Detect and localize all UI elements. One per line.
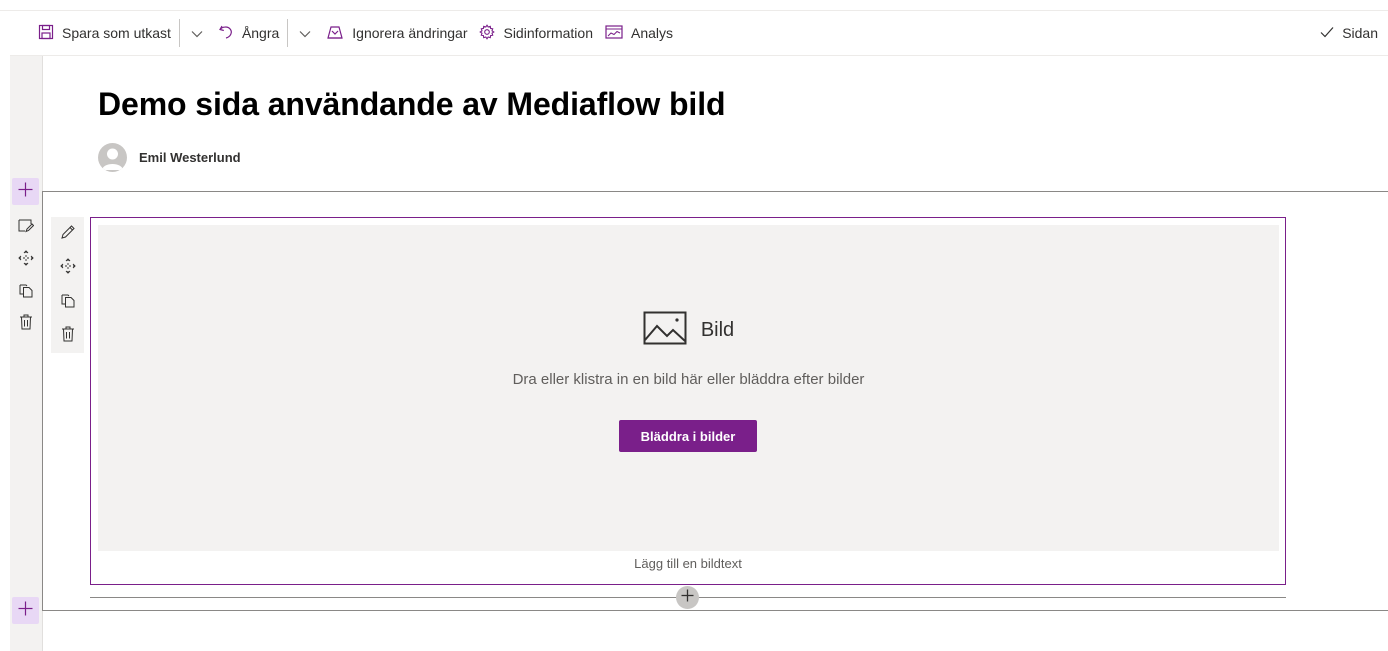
save-draft-button[interactable]: Spara som utkast bbox=[32, 17, 177, 49]
undo-icon bbox=[218, 24, 242, 43]
save-options-dropdown[interactable] bbox=[182, 17, 212, 49]
edit-section-button[interactable] bbox=[16, 212, 36, 244]
undo-label: Ångra bbox=[241, 25, 280, 41]
delete-webpart-button[interactable] bbox=[51, 319, 84, 353]
drop-instructions: Dra eller klistra in en bild här eller b… bbox=[512, 371, 865, 388]
discard-label: Ignorera ändringar bbox=[352, 25, 468, 41]
webpart-title: Bild bbox=[700, 319, 735, 341]
author-byline: Emil Westerlund bbox=[98, 143, 241, 172]
discard-icon bbox=[326, 24, 352, 43]
toolbar-separator bbox=[178, 19, 180, 47]
publish-button[interactable]: Sidan bbox=[1314, 17, 1384, 49]
copy-icon bbox=[19, 282, 33, 303]
publish-label: Sidan bbox=[1342, 25, 1378, 41]
page-title[interactable]: Demo sida användande av Mediaflow bild bbox=[98, 86, 726, 123]
pencil-icon bbox=[60, 224, 76, 245]
image-webpart[interactable]: Bild Dra eller klistra in en bild här el… bbox=[90, 217, 1286, 585]
page-details-label: Sidinformation bbox=[503, 25, 593, 41]
plus-icon bbox=[18, 182, 33, 202]
chevron-down-icon bbox=[299, 25, 311, 41]
move-icon bbox=[59, 257, 76, 279]
top-bar bbox=[0, 0, 1388, 11]
save-draft-label: Spara som utkast bbox=[62, 25, 171, 41]
plus-icon bbox=[681, 589, 694, 607]
image-icon bbox=[643, 311, 687, 350]
left-gutter bbox=[10, 56, 42, 651]
analytics-icon bbox=[605, 24, 631, 42]
caption-field[interactable]: Lägg till en bildtext bbox=[91, 556, 1285, 571]
move-section-button[interactable] bbox=[16, 244, 36, 276]
webpart-toolbar bbox=[51, 217, 84, 353]
undo-options-dropdown[interactable] bbox=[290, 17, 320, 49]
analytics-label: Analys bbox=[630, 25, 674, 41]
edit-webpart-button[interactable] bbox=[51, 217, 84, 251]
move-webpart-button[interactable] bbox=[51, 251, 84, 285]
toolbar-separator bbox=[287, 19, 289, 47]
duplicate-section-button[interactable] bbox=[16, 276, 36, 308]
chevron-down-icon bbox=[191, 25, 203, 41]
trash-icon bbox=[19, 314, 33, 335]
add-section-button-bottom[interactable] bbox=[12, 597, 39, 624]
command-bar: Spara som utkast Ångra Ignorera ändringa… bbox=[10, 11, 1388, 56]
edit-section-icon bbox=[18, 219, 35, 238]
save-icon bbox=[38, 24, 62, 43]
image-drop-zone[interactable]: Bild Dra eller klistra in en bild här el… bbox=[98, 225, 1279, 551]
add-webpart-button[interactable] bbox=[676, 586, 699, 609]
author-name: Emil Westerlund bbox=[139, 150, 241, 165]
trash-icon bbox=[61, 326, 75, 347]
checkmark-icon bbox=[1320, 25, 1342, 41]
page-details-button[interactable]: Sidinformation bbox=[473, 17, 599, 49]
discard-changes-button[interactable]: Ignorera ändringar bbox=[320, 17, 473, 49]
undo-button[interactable]: Ångra bbox=[212, 17, 285, 49]
move-icon bbox=[18, 249, 34, 271]
browse-images-button[interactable]: Bläddra i bilder bbox=[619, 420, 757, 452]
section-toolbar bbox=[16, 212, 36, 340]
add-section-button-top[interactable] bbox=[12, 178, 39, 205]
avatar bbox=[98, 143, 127, 172]
duplicate-webpart-button[interactable] bbox=[51, 285, 84, 319]
copy-icon bbox=[61, 292, 75, 313]
plus-icon bbox=[18, 601, 33, 621]
placeholder-header: Bild bbox=[98, 311, 1279, 350]
gear-icon bbox=[479, 23, 503, 43]
delete-section-button[interactable] bbox=[16, 308, 36, 340]
analytics-button[interactable]: Analys bbox=[599, 17, 679, 49]
